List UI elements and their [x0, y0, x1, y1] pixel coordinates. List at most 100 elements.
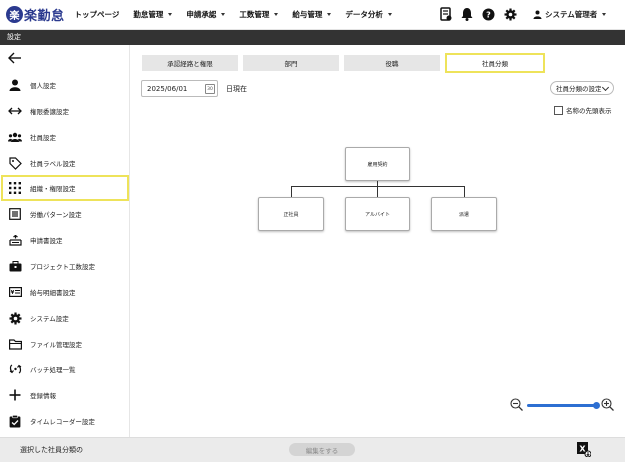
- bell-icon[interactable]: [461, 7, 473, 21]
- sidebar-item-label: プロジェクト工数設定: [30, 263, 95, 271]
- svg-text:?: ?: [486, 10, 491, 19]
- org-node-child[interactable]: 派遣: [431, 197, 497, 231]
- sidebar-item-work-patterns[interactable]: 労働パターン設定: [0, 202, 130, 226]
- payslip-icon: ¥: [8, 285, 22, 299]
- nav-label: トップページ: [74, 10, 120, 19]
- sidebar-item-label: 登録情報: [30, 392, 56, 400]
- tag-icon: [8, 156, 22, 170]
- report-icon[interactable]: [440, 7, 452, 21]
- sidebar-item-employees[interactable]: 社員設定: [0, 125, 130, 149]
- tab-employee-classification[interactable]: 社員分類: [445, 53, 545, 73]
- name-first-checkbox[interactable]: [554, 105, 563, 115]
- chevron-down-icon: [387, 13, 392, 16]
- plus-icon: [8, 388, 22, 402]
- sidebar-item-registration[interactable]: 登録情報: [0, 383, 130, 407]
- nav-payroll[interactable]: 給与管理: [292, 9, 332, 20]
- sidebar-item-delegation[interactable]: 権限委譲設定: [0, 99, 130, 123]
- name-first-toggle[interactable]: 名称の先頭表示: [554, 105, 612, 115]
- tab-positions[interactable]: 役職: [344, 55, 440, 71]
- help-icon[interactable]: ?: [482, 8, 495, 21]
- inbox-icon: [8, 233, 22, 247]
- date-input[interactable]: 2025/06/01 30: [141, 80, 218, 97]
- nav-label: 申請承認: [186, 10, 217, 19]
- org-node-child[interactable]: アルバイト: [345, 197, 410, 231]
- folder-icon: [8, 337, 22, 351]
- arrow-left-icon[interactable]: [8, 52, 22, 66]
- sidebar-item-employee-labels[interactable]: 社員ラベル設定: [0, 151, 130, 175]
- sidebar-item-label: 社員ラベル設定: [30, 160, 76, 168]
- nav-manhour[interactable]: 工数管理: [239, 9, 279, 20]
- top-nav: 楽 楽勤怠 トップページ 勤怠管理 申請承認 工数管理 給与管理 データ分析 ?…: [0, 0, 625, 30]
- sidebar-item-file-management[interactable]: ファイル管理設定: [0, 332, 130, 356]
- chevron-down-icon: [221, 13, 226, 16]
- sidebar-item-batch-jobs[interactable]: バッチ処理一覧: [0, 357, 130, 381]
- zoom-out-icon[interactable]: [510, 398, 523, 413]
- sync-icon: [8, 362, 22, 376]
- chevron-down-icon: [168, 13, 173, 16]
- chevron-down-icon: [602, 13, 607, 16]
- tab-departments[interactable]: 部門: [243, 55, 339, 71]
- settings-sidebar: 個人設定 権限委譲設定 社員設定 社員ラベル設定 組織・権限設定 労働パターン設…: [0, 45, 130, 437]
- app-logo[interactable]: 楽 楽勤怠: [6, 5, 65, 24]
- dropdown-label: 社員分類の設定: [556, 85, 602, 93]
- sidebar-item-label: 労働パターン設定: [30, 211, 82, 219]
- chevron-down-icon: [327, 13, 332, 16]
- sidebar-item-label: タイムレコーダー設定: [30, 418, 95, 426]
- sidebar-item-project-hours[interactable]: プロジェクト工数設定: [0, 254, 130, 278]
- nav-label: 工数管理: [239, 10, 270, 19]
- sidebar-item-applications[interactable]: 申請書設定: [0, 228, 130, 252]
- zoom-slider[interactable]: [527, 402, 600, 409]
- page-title-bar: 設定: [0, 30, 625, 45]
- connector-line: [377, 186, 378, 197]
- gear-icon[interactable]: [504, 8, 517, 21]
- nav-attendance[interactable]: 勤怠管理: [133, 9, 173, 20]
- nav-approval[interactable]: 申請承認: [186, 9, 226, 20]
- sidebar-item-time-recorder[interactable]: タイムレコーダー設定: [0, 409, 130, 433]
- nav-top-page[interactable]: トップページ: [75, 9, 120, 20]
- excel-export-icon[interactable]: X: [577, 442, 592, 459]
- tab-bar: 承認経路と権限 部門 役職 社員分類: [142, 53, 548, 73]
- group-icon: [8, 130, 22, 144]
- calendar-icon[interactable]: 30: [205, 84, 215, 94]
- sidebar-item-label: 組織・権限設定: [30, 185, 76, 193]
- chevron-down-icon: [601, 83, 610, 92]
- sidebar-item-system[interactable]: システム設定: [0, 306, 130, 330]
- connector-line: [291, 186, 292, 197]
- clipboard-check-icon: [8, 414, 22, 428]
- chevron-down-icon: [274, 13, 279, 16]
- classification-settings-dropdown[interactable]: 社員分類の設定: [550, 81, 614, 95]
- sidebar-item-label: 社員設定: [30, 134, 56, 142]
- checkbox-label: 名称の先頭表示: [566, 107, 612, 115]
- sidebar-item-label: 給与明細書設定: [30, 289, 76, 297]
- action-footer: 選択した社員分類の 編集をする X: [0, 437, 625, 462]
- grid-dots-icon: [8, 181, 22, 195]
- as-of-label: 日現在: [226, 85, 247, 93]
- connector-line: [291, 186, 465, 187]
- edit-button[interactable]: 編集をする: [289, 443, 355, 456]
- sidebar-item-organization[interactable]: 組織・権限設定: [1, 175, 129, 201]
- user-menu[interactable]: システム管理者: [533, 9, 607, 20]
- user-name: システム管理者: [545, 10, 598, 19]
- user-icon: [533, 10, 542, 19]
- connector-line: [464, 186, 465, 197]
- nav-icon-group: ?: [440, 7, 517, 21]
- tab-approval-routes[interactable]: 承認経路と権限: [142, 55, 238, 71]
- sidebar-item-personal[interactable]: 個人設定: [0, 73, 130, 97]
- gear-icon: [8, 311, 22, 325]
- svg-text:¥: ¥: [10, 290, 14, 296]
- nav-analytics[interactable]: データ分析: [345, 9, 392, 20]
- org-node-child[interactable]: 正社員: [258, 197, 324, 231]
- sidebar-item-label: バッチ処理一覧: [30, 366, 76, 374]
- person-icon: [8, 78, 22, 92]
- selected-classification-label: 選択した社員分類の: [20, 446, 83, 454]
- nav-label: データ分析: [345, 10, 383, 19]
- briefcase-icon: [8, 259, 22, 273]
- zoom-control: [510, 398, 614, 413]
- main-content: 承認経路と権限 部門 役職 社員分類 2025/06/01 30 日現在 社員分…: [130, 45, 625, 437]
- logo-badge: 楽: [6, 6, 23, 23]
- zoom-in-icon[interactable]: [601, 398, 614, 413]
- sidebar-item-label: システム設定: [30, 315, 69, 323]
- org-node-root[interactable]: 雇用契約: [345, 147, 410, 181]
- zoom-slider-handle[interactable]: [593, 402, 600, 409]
- sidebar-item-payslip[interactable]: ¥ 給与明細書設定: [0, 280, 130, 304]
